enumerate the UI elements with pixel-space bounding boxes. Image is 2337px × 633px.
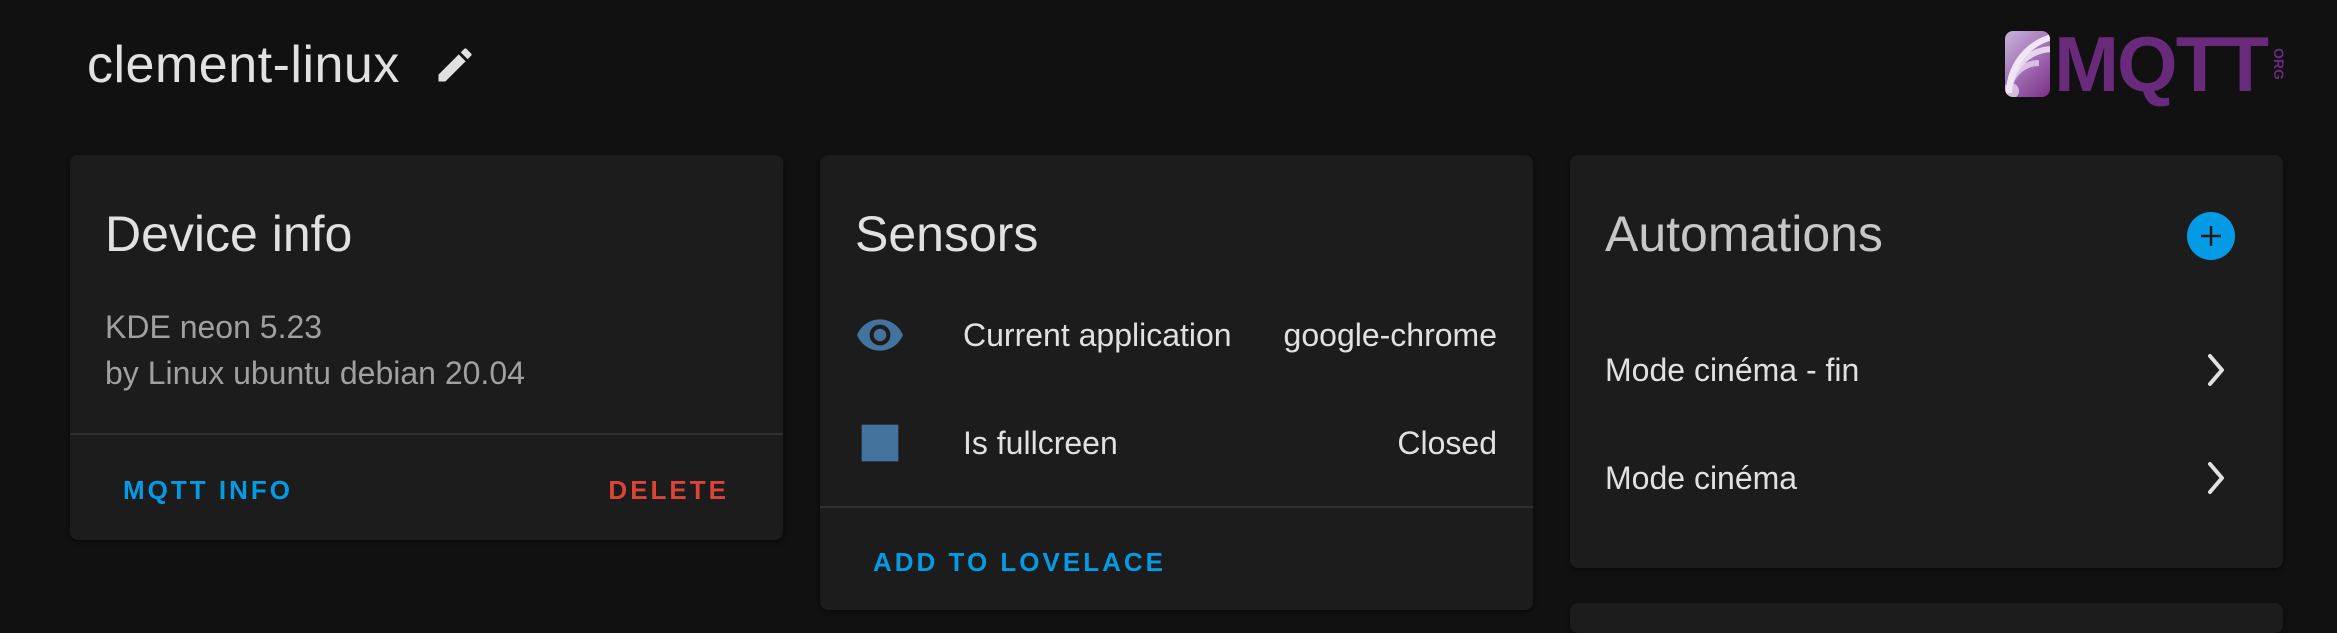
sensor-name: Is fullcreen <box>963 424 1118 461</box>
sensors-title: Sensors <box>855 206 1039 262</box>
automations-title: Automations <box>1605 206 1883 262</box>
automation-item-mode-cinema[interactable]: Mode cinéma <box>1570 438 2283 518</box>
device-model: KDE neon 5.23 <box>105 309 323 345</box>
next-card <box>1570 603 2283 633</box>
automation-name: Mode cinéma <box>1605 459 1798 496</box>
mqtt-logo-mark <box>2005 31 2051 97</box>
card-divider <box>70 433 783 435</box>
mqtt-logo-text: MQTT <box>2054 20 2269 108</box>
chevron-right-icon <box>2201 458 2231 498</box>
automations-card: Automations Mode cinéma - fin Mode ciném… <box>1570 155 2283 568</box>
plus-icon <box>2201 226 2221 246</box>
mqtt-info-button[interactable]: MQTT INFO <box>123 475 293 506</box>
add-to-lovelace-button[interactable]: ADD TO LOVELACE <box>873 547 1166 578</box>
sensor-state: Closed <box>1397 424 1497 461</box>
sensor-name: Current application <box>963 316 1232 353</box>
sensors-card: Sensors Current application google-chrom… <box>820 155 1533 610</box>
sensor-row-is-fullscreen[interactable]: Is fullcreen Closed <box>820 407 1533 479</box>
mqtt-logo-org: ORG <box>2271 48 2287 80</box>
pencil-icon[interactable] <box>430 40 480 90</box>
automation-name: Mode cinéma - fin <box>1605 351 1860 388</box>
add-automation-button[interactable] <box>2187 212 2235 260</box>
mqtt-logo: MQTT ORG <box>2005 20 2287 108</box>
device-info-card: Device info KDE neon 5.23 by Linux ubunt… <box>70 155 783 540</box>
automation-item-mode-cinema-fin[interactable]: Mode cinéma - fin <box>1570 330 2283 410</box>
sensor-state: google-chrome <box>1283 316 1497 353</box>
device-name-title: clement-linux <box>87 36 400 94</box>
device-manufacturer: by Linux ubuntu debian 20.04 <box>105 355 525 391</box>
card-divider <box>820 506 1533 508</box>
page-header: clement-linux <box>87 30 480 100</box>
chevron-right-icon <box>2201 350 2231 390</box>
delete-button[interactable]: DELETE <box>608 475 729 506</box>
eye-icon <box>855 310 905 360</box>
sensor-row-current-application[interactable]: Current application google-chrome <box>820 299 1533 371</box>
square-icon <box>855 418 905 468</box>
device-info-title: Device info <box>105 206 353 262</box>
